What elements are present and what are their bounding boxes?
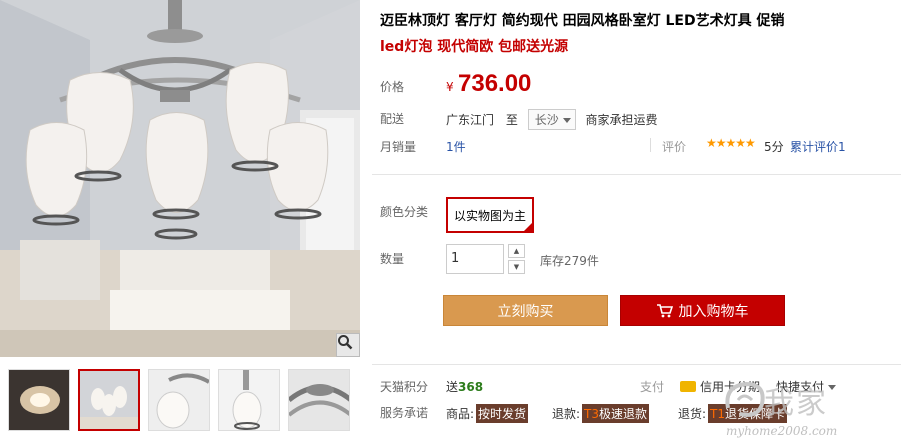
chevron-up-icon: ▲: [513, 247, 520, 255]
service-name: 退货:: [678, 407, 707, 421]
service-label: 服务承诺: [380, 406, 429, 420]
sku-option[interactable]: 以实物图为主: [446, 197, 534, 233]
buy-now-button[interactable]: 立刻购买: [443, 295, 608, 326]
thumbnail-3[interactable]: [148, 369, 210, 431]
buy-now-label: 立刻购买: [497, 303, 554, 320]
credit-card-installment[interactable]: 信用卡分期: [680, 378, 760, 395]
product-gallery: [0, 0, 360, 447]
ship-from: 广东江门: [446, 113, 495, 127]
shipping-info: 广东江门 至 长沙 商家承担运费: [446, 109, 658, 130]
thumbnail-1[interactable]: [8, 369, 70, 431]
credit-card-label: 信用卡分期: [700, 380, 761, 394]
service-item-refund: 退款: T3极速退款: [552, 404, 650, 423]
service-badge[interactable]: T1退货保障卡: [708, 404, 788, 423]
section-divider: [372, 364, 901, 365]
zoom-button[interactable]: [336, 333, 360, 357]
quantity-label: 数量: [380, 252, 405, 266]
product-info-panel: 迈臣林顶灯 客厅灯 简约现代 田园风格卧室灯 LED艺术灯具 促销 led灯泡 …: [372, 0, 901, 447]
service-tag: 按时发货: [478, 407, 527, 421]
thumbnail-selected-arrow: [108, 369, 120, 371]
rating-label: 评价: [662, 140, 687, 154]
service-tag: 退货保障卡: [725, 407, 786, 421]
quantity-decrease-button[interactable]: ▼: [508, 260, 525, 274]
service-name: 退款:: [552, 407, 581, 421]
section-divider: [372, 174, 901, 175]
shipping-label: 配送: [380, 112, 405, 126]
payment-label: 支付: [640, 380, 665, 394]
sku-label: 颜色分类: [380, 205, 429, 219]
selected-check-icon: [523, 222, 533, 232]
divider: [650, 138, 651, 152]
main-product-image[interactable]: [0, 0, 360, 357]
price-label: 价格: [380, 80, 405, 94]
service-item-return: 退货: T1退货保障卡: [678, 404, 788, 423]
card-icon: [680, 381, 696, 392]
chevron-down-icon: [562, 118, 571, 123]
thumbnail-5[interactable]: [288, 369, 350, 431]
quantity-input[interactable]: 1: [446, 244, 504, 274]
product-subtitle: led灯泡 现代简欧 包邮送光源: [380, 39, 569, 55]
service-tag: 极速退款: [599, 407, 648, 421]
cart-icon: [656, 303, 673, 317]
quick-pay-label: 快捷支付: [776, 380, 825, 394]
add-to-cart-label: 加入购物车: [678, 303, 749, 320]
rating-score: 5分: [764, 140, 784, 154]
thumbnail-4[interactable]: [218, 369, 280, 431]
chevron-down-icon: [828, 385, 837, 390]
sales-label: 月销量: [380, 140, 417, 154]
add-to-cart-button[interactable]: 加入购物车: [620, 295, 785, 326]
sales-value: 1件: [446, 140, 466, 154]
currency-symbol: ¥: [446, 80, 454, 94]
service-name: 商品:: [446, 407, 475, 421]
service-code: T3: [584, 407, 600, 421]
shipping-note: 商家承担运费: [585, 113, 658, 127]
rating-stars: ★★★★★: [706, 136, 756, 150]
reviews-link[interactable]: 累计评价1: [790, 138, 846, 155]
chevron-down-icon: ▼: [513, 263, 520, 271]
thumbnail-strip: [0, 365, 360, 437]
city-value: 长沙: [534, 113, 559, 127]
points-number: 368: [458, 380, 484, 394]
service-badge[interactable]: T3极速退款: [582, 404, 650, 423]
product-title: 迈臣林顶灯 客厅灯 简约现代 田园风格卧室灯 LED艺术灯具 促销: [380, 13, 785, 29]
ship-to-word: 至: [505, 113, 518, 127]
quantity-increase-button[interactable]: ▲: [508, 244, 525, 258]
points-label: 天猫积分: [380, 380, 429, 394]
sku-option-label: 以实物图为主: [453, 208, 526, 223]
city-select[interactable]: 长沙: [527, 109, 576, 130]
zoom-icon: [338, 335, 353, 350]
service-item-shipping: 商品: 按时发货: [446, 404, 529, 423]
service-badge[interactable]: 按时发货: [476, 404, 529, 423]
thumbnail-2[interactable]: [78, 369, 140, 431]
points-prefix: 送: [446, 380, 459, 394]
quick-pay-select[interactable]: 快捷支付: [776, 378, 837, 395]
stock-count: 库存279件: [540, 254, 599, 268]
points-value: 送368: [446, 378, 483, 395]
price-value: 736.00: [458, 70, 532, 97]
service-code: T1: [710, 407, 726, 421]
